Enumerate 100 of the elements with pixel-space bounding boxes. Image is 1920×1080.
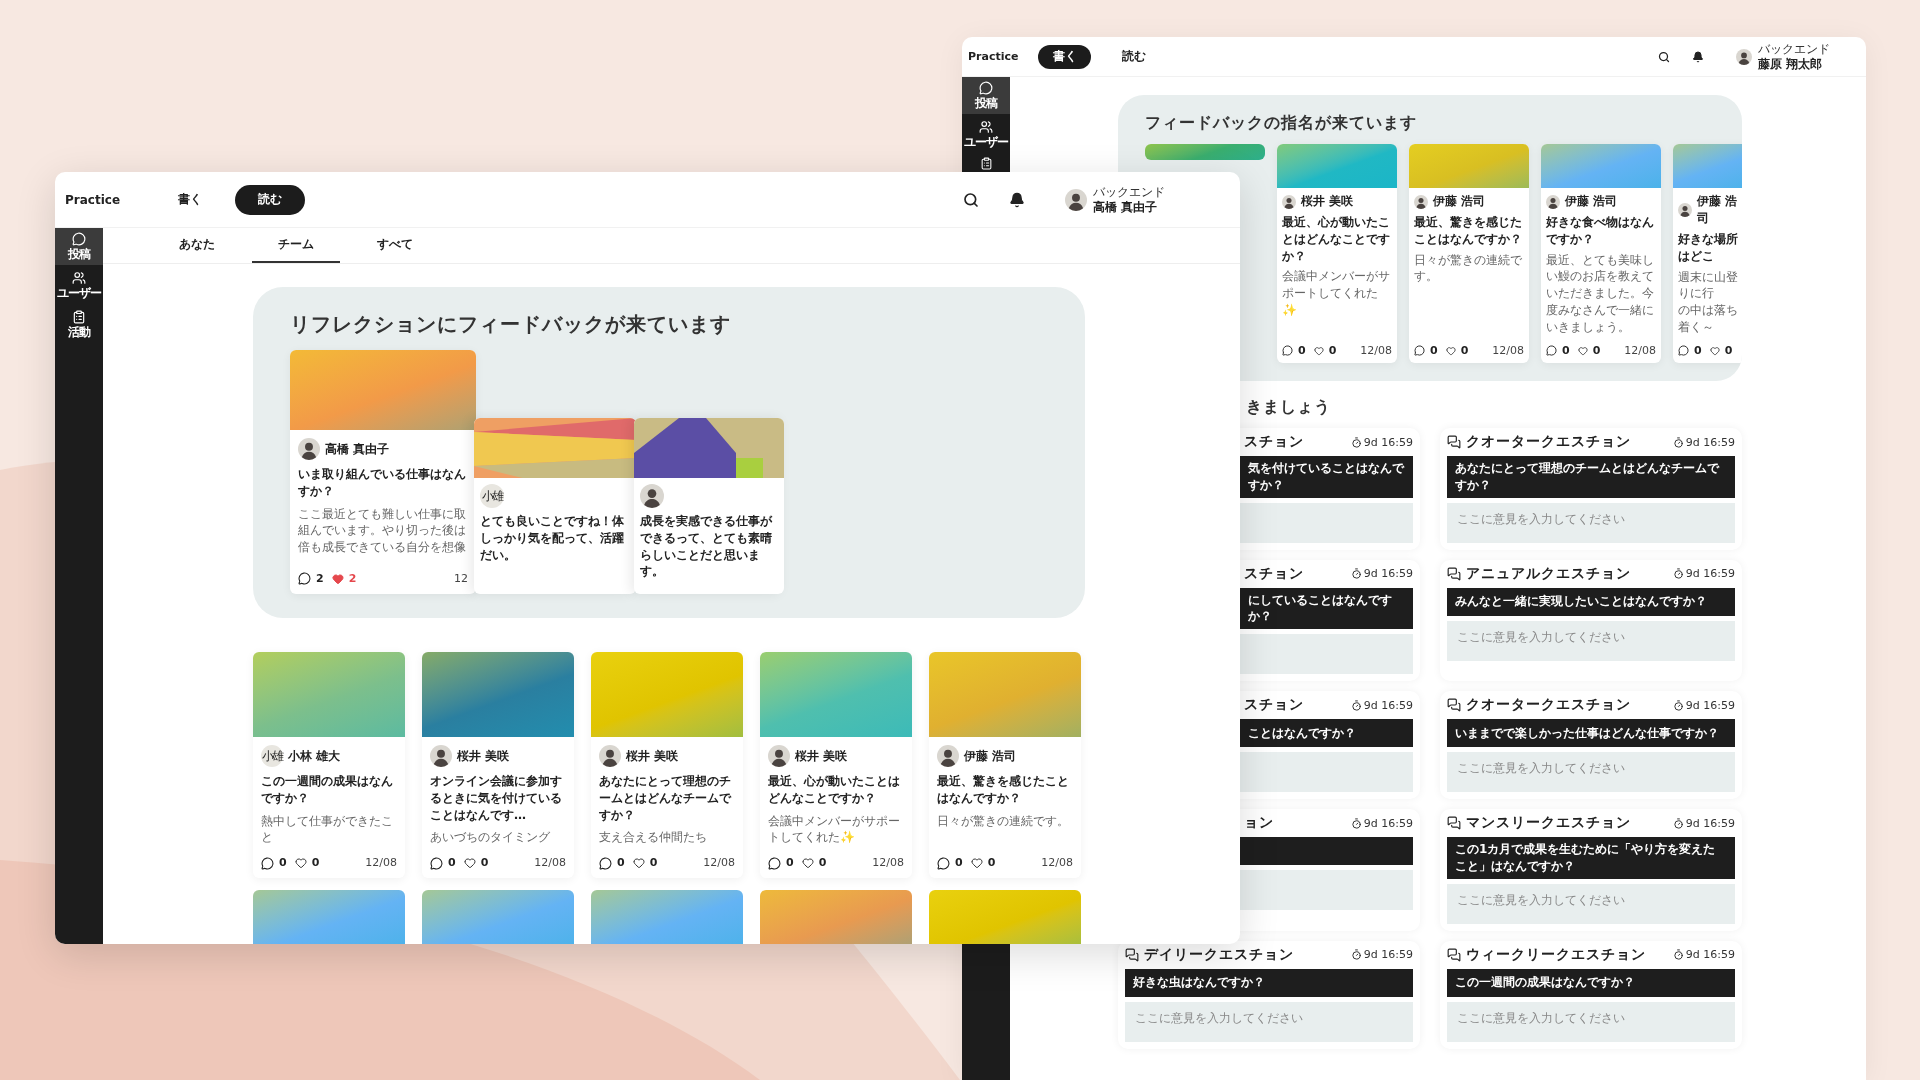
avatar-icon [1414,194,1428,209]
avatar-icon [640,484,664,508]
comment-icon[interactable] [1678,345,1689,357]
answer-field[interactable] [1240,870,1413,911]
post-thumbnail[interactable] [929,890,1081,944]
answer-field[interactable]: ここに意見を入力してください [1125,1001,1413,1042]
nav-tab[interactable]: 読む [1107,44,1161,69]
post-card[interactable]: 桜井 美咲 最近、心が動いたことはどんなことですか？ 会議中メンバーがサポートしてくれた✨ 0 0 12/08 [1277,144,1397,364]
timer-icon [1672,568,1684,580]
reply-card[interactable]: 成長を実感できる仕事ができるって、とても素晴らしいことだと思います。 [634,418,784,594]
chat-bubbles-icon [1447,947,1461,962]
question-banner: いままでで楽しかった仕事はどんな仕事ですか？ [1447,719,1735,748]
reply-card[interactable]: 小雄 とても良いことですね！体 しっかり気を配って、活躍 だい。 [474,418,636,594]
comment-icon[interactable] [261,856,274,870]
comment-icon[interactable] [298,572,311,586]
panel-title: フィードバックの指名が来ています [1145,113,1418,134]
post-title: 最近、驚きを感じたことはなんですか？ [1414,214,1523,248]
answer-field[interactable]: ここに意見を入力してください [1447,883,1735,924]
question-type: スチョン [1243,433,1304,452]
heart-icon[interactable] [801,857,814,870]
author-name: 伊藤 浩司 [964,747,1017,765]
filter-tab[interactable]: あなた [153,228,241,263]
post-thumbnail[interactable] [253,890,405,944]
search-icon[interactable] [963,191,979,208]
comment-icon[interactable] [1414,345,1425,357]
sidebar-item[interactable]: 活動 [55,306,103,344]
comment-icon[interactable] [1282,345,1293,357]
reflection-card[interactable]: 高橋 真由子 いま取り組んでいる仕事はなん すか？ ここ最近とても難しい仕事に取 組んでいます。やり切った後は 倍も成長できている自分を想像 2 2 12 [290,350,476,594]
filter-tab[interactable]: チーム [252,228,340,263]
author-name: 桜井 美咲 [795,747,848,765]
question-type: ウィークリークエスチョン [1466,945,1646,964]
bell-icon[interactable] [1692,50,1704,63]
question-type: スチョン [1243,696,1304,715]
answer-field[interactable]: ここに意見を入力してください [1447,1001,1735,1042]
avatar-icon [768,745,790,767]
comment-icon[interactable] [430,856,443,870]
post-thumbnail[interactable] [591,890,743,944]
author-name: 伊藤 浩司 [1433,193,1486,210]
heart-icon[interactable] [331,572,344,585]
post-thumbnail[interactable] [422,890,574,944]
answer-field[interactable]: ここに意見を入力してください [1447,752,1735,793]
answer-field[interactable] [1240,634,1413,675]
answer-field[interactable]: ここに意見を入力してください [1447,620,1735,661]
post-date: 12/08 [534,856,566,871]
post-date: 12/08 [1360,343,1392,359]
like-count: 0 [1724,343,1733,359]
sidebar-item[interactable]: ユーザー [962,116,1010,154]
timer-icon [1672,699,1684,711]
post-card[interactable]: 伊藤 浩司 最近、驚きを感じたことはなんですか？ 日々が驚きの連続です。 0 0 12/08 [929,652,1081,879]
deadline-time: 9d 16:59 [1685,435,1735,449]
post-card[interactable]: 伊藤 浩司 好きな場所はどこ 週末に山登りに行 の中は落ち着く～ 0 0 [1673,144,1742,364]
comment-count: 2 [316,571,324,586]
answer-field[interactable] [1240,502,1413,543]
timer-icon [1672,817,1684,829]
filter-tab[interactable]: すべて [351,228,439,263]
comment-icon[interactable] [937,856,950,870]
author-name: 桜井 美咲 [1301,193,1354,210]
heart-icon[interactable] [1445,345,1456,356]
sidebar-item[interactable]: ユーザー [55,267,103,305]
comment-icon[interactable] [599,856,612,870]
post-date: 12/08 [703,856,735,871]
heart-icon[interactable] [632,857,645,870]
nav-tab[interactable]: 書く [155,184,226,215]
comment-icon[interactable] [1546,345,1557,357]
heart-icon[interactable] [1577,345,1588,356]
users-icon [979,120,993,135]
comment-icon[interactable] [768,856,781,870]
heart-icon[interactable] [463,857,476,870]
post-thumbnail[interactable] [1145,144,1265,160]
post-thumbnail[interactable] [760,890,912,944]
heart-icon[interactable] [294,857,307,870]
post-title: この一週間の成果はなんですか？ [261,773,394,807]
nav-tab[interactable]: 書く [1038,44,1092,69]
post-card[interactable]: 桜井 美咲 あなたにとって理想のチームとはどんなチームですか？ 支え合える仲間たち 0 0 12/08 [591,652,743,879]
post-card[interactable]: 小雄 小林 雄大 この一週間の成果はなんですか？ 熱中して仕事ができたこと 0 0 12/08 [253,652,405,879]
heart-icon[interactable] [1313,345,1324,356]
post-card[interactable]: 桜井 美咲 最近、心が動いたことはどんなことですか？ 会議中メンバーがサポートしてくれた✨ 0 0 12/08 [760,652,912,879]
post-date: 12 [454,571,468,586]
post-text: 会議中メンバーがサポートしてくれた✨ [1282,268,1391,319]
bell-icon[interactable] [1009,191,1025,208]
like-count: 0 [987,856,996,871]
heart-icon[interactable] [970,857,983,870]
section-heading: きましょう [1245,397,1331,419]
post-card[interactable]: 伊藤 浩司 好きな食べ物はなんですか？ 最近、とても美味しい鰻のお店を教えていただきました。今度みなさんで一緒にいきましょう。 0 0 12/08 [1541,144,1661,364]
nav-tab[interactable]: 読む [235,184,306,215]
deadline-time: 9d 16:59 [1363,567,1413,581]
sidebar-item[interactable]: 投稿 [962,77,1010,115]
timer-icon [1350,699,1362,711]
post-card[interactable]: 伊藤 浩司 最近、驚きを感じたことはなんですか？ 日々が驚きの連続です。 0 0 12/08 [1409,144,1529,364]
clipboard-icon[interactable] [979,157,993,171]
post-card[interactable]: 桜井 美咲 オンライン会議に参加するときに気を付けていることはなんです… あいづちのタイミング 0 0 12/08 [422,652,574,879]
answer-field[interactable]: ここに意見を入力してください [1447,502,1735,543]
avatar-icon [937,745,959,767]
sidebar-item[interactable]: 投稿 [55,228,103,266]
avatar-icon [599,745,621,767]
deadline-time: 9d 16:59 [1363,816,1413,830]
heart-icon[interactable] [1709,345,1720,356]
search-icon[interactable] [1658,50,1670,63]
like-count: 0 [311,856,320,871]
answer-field[interactable] [1240,752,1413,793]
